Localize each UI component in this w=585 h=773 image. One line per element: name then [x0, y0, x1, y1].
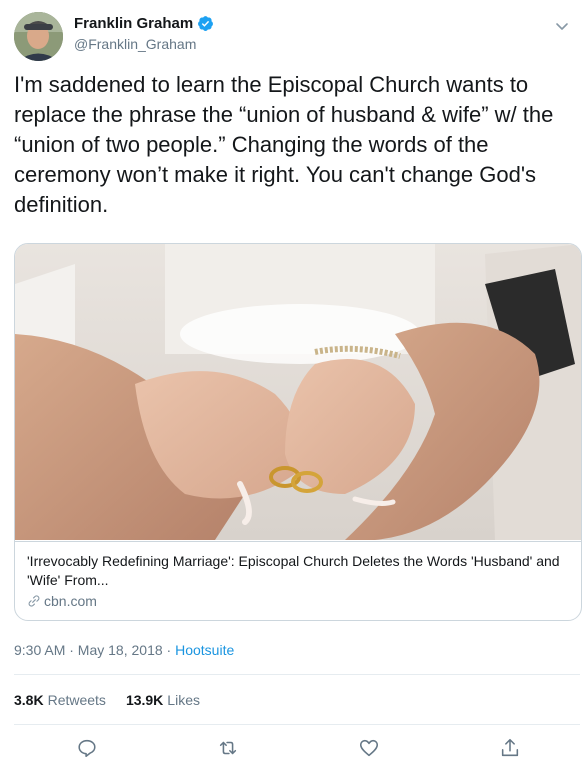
verified-badge-icon	[198, 16, 214, 31]
tweet-stats: 3.8K Retweets 13.9K Likes	[14, 692, 220, 708]
tweet-time[interactable]: 9:30 AM · May 18, 2018 ·	[14, 642, 175, 658]
retweet-icon[interactable]	[217, 737, 239, 759]
link-card[interactable]: 'Irrevocably Redefining Marriage': Episc…	[14, 243, 582, 621]
retweets-label: Retweets	[47, 692, 106, 708]
link-card-title[interactable]: 'Irrevocably Redefining Marriage': Episc…	[27, 552, 567, 590]
hands-holding-wedding-rings-photo-icon	[15, 244, 581, 540]
heart-icon[interactable]	[358, 737, 380, 759]
author-display-name[interactable]: Franklin Graham	[74, 15, 193, 32]
tweet-actions	[14, 737, 580, 763]
tweet-timestamp: 9:30 AM · May 18, 2018 · Hootsuite	[14, 642, 234, 658]
likes-stat[interactable]: 13.9K Likes	[126, 692, 200, 708]
tweet-text: I'm saddened to learn the Episcopal Chur…	[14, 72, 554, 217]
link-card-domain-text: cbn.com	[44, 593, 97, 609]
author-name-row: Franklin Graham	[74, 15, 214, 32]
share-icon[interactable]	[499, 737, 521, 759]
likes-label: Likes	[167, 692, 200, 708]
retweets-stat[interactable]: 3.8K Retweets	[14, 692, 106, 708]
tweet-header: Franklin Graham @Franklin_Graham	[14, 12, 574, 61]
divider	[14, 724, 580, 725]
link-icon	[28, 595, 40, 607]
link-card-meta: 'Irrevocably Redefining Marriage': Episc…	[15, 541, 581, 620]
profile-photo-icon	[14, 12, 63, 61]
tweet-source-link[interactable]: Hootsuite	[175, 642, 234, 658]
divider	[14, 674, 580, 675]
avatar[interactable]	[14, 12, 63, 61]
likes-count: 13.9K	[125, 692, 164, 708]
reply-icon[interactable]	[76, 737, 98, 759]
link-card-domain: cbn.com	[27, 593, 97, 609]
retweets-count: 3.8K	[14, 692, 44, 708]
author-handle[interactable]: @Franklin_Graham	[74, 36, 196, 52]
chevron-down-icon[interactable]	[554, 18, 570, 34]
